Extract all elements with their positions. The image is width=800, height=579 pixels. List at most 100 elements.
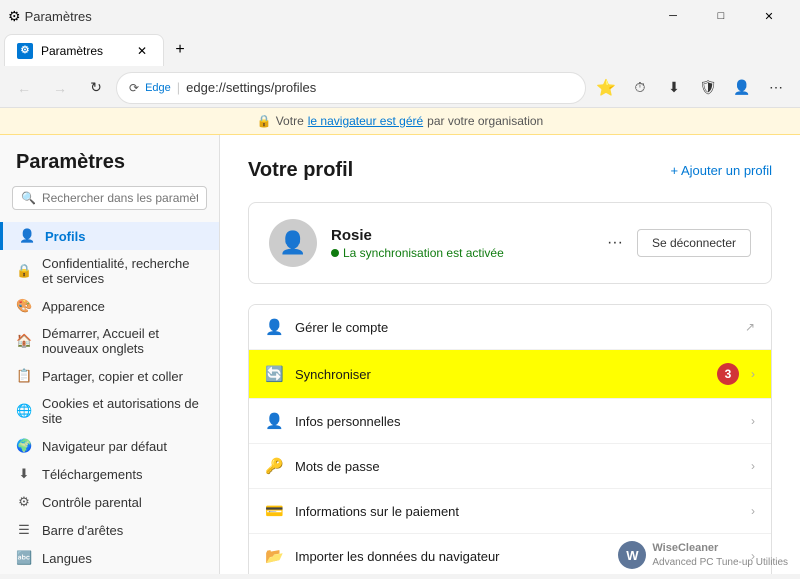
content-title: Votre profil — [248, 159, 353, 182]
tab-favicon: ⚙ — [8, 8, 21, 25]
partager-icon: 📋 — [16, 368, 32, 384]
disconnect-button[interactable]: Se déconnecter — [637, 229, 751, 257]
info-link[interactable]: le navigateur est géré — [308, 114, 423, 128]
profile-info: Rosie La synchronisation est activée — [331, 227, 587, 260]
confidentialite-icon: 🔒 — [16, 263, 32, 279]
menu-item-gerer[interactable]: 👤 Gérer le compte ↗ — [249, 305, 771, 350]
address-separator: | — [177, 80, 180, 95]
sidebar-item-profils[interactable]: 👤 Profils — [0, 222, 219, 250]
search-icon: 🔍 — [21, 191, 36, 205]
wisecleaner-logo: W — [618, 541, 646, 569]
sidebar-item-telechargements[interactable]: ⬇ Téléchargements — [0, 460, 219, 488]
menu-label-synchroniser: Synchroniser — [295, 367, 705, 382]
new-tab-button[interactable]: + — [166, 36, 194, 64]
tab-bar: ⚙ Paramètres ✕ + — [0, 32, 800, 68]
sidebar-item-label-barre: Barre d'arêtes — [42, 523, 123, 538]
profile-button[interactable]: 👤 — [726, 72, 758, 104]
main-layout: Paramètres 🔍 👤 Profils 🔒 Confidentialité… — [0, 135, 800, 574]
demarrer-icon: 🏠 — [16, 333, 32, 349]
sidebar-item-navigateur[interactable]: 🌍 Navigateur par défaut — [0, 432, 219, 460]
content-area: Votre profil + Ajouter un profil 👤 Rosie… — [220, 135, 800, 574]
minimize-button[interactable]: ─ — [650, 0, 696, 32]
profile-card: 👤 Rosie La synchronisation est activée ·… — [248, 202, 772, 284]
langues-icon: 🔤 — [16, 550, 32, 566]
apparence-icon: 🎨 — [16, 298, 32, 314]
menu-label-mots-de-passe: Mots de passe — [295, 459, 739, 474]
download-button[interactable]: ⬇ — [658, 72, 690, 104]
menu-item-infos[interactable]: 👤 Infos personnelles › — [249, 399, 771, 444]
nav-actions: ⭐ ⏱ ⬇ 🛡 👤 ⋯ — [590, 72, 792, 104]
synchroniser-icon: 🔄 — [265, 365, 283, 383]
sidebar-item-imprimantes[interactable]: 🖨 Imprimantes — [0, 572, 219, 574]
paiement-icon: 💳 — [265, 502, 283, 520]
navigateur-icon: 🌍 — [16, 438, 32, 454]
telechargements-icon: ⬇ — [16, 466, 32, 482]
menu-item-paiement[interactable]: 💳 Informations sur le paiement › — [249, 489, 771, 534]
info-text-after: par votre organisation — [427, 114, 543, 128]
sidebar-item-label-apparence: Apparence — [42, 299, 105, 314]
avatar: 👤 — [269, 219, 317, 267]
sidebar-item-label-navigateur: Navigateur par défaut — [42, 439, 167, 454]
sidebar-item-langues[interactable]: 🔤 Langues — [0, 544, 219, 572]
sidebar-item-label-telechargements: Téléchargements — [42, 467, 142, 482]
title-bar: ⚙ Paramètres ─ □ ✕ — [0, 0, 800, 32]
sidebar-search-box[interactable]: 🔍 — [12, 186, 207, 210]
maximize-button[interactable]: □ — [698, 0, 744, 32]
more-button[interactable]: ⋯ — [760, 72, 792, 104]
sidebar-item-cookies[interactable]: 🌐 Cookies et autorisations de site — [0, 390, 219, 432]
profils-icon: 👤 — [19, 228, 35, 244]
tab-close-button[interactable]: ✕ — [133, 42, 151, 60]
sidebar-item-label-partager: Partager, copier et coller — [42, 369, 183, 384]
collections-button[interactable]: ⭐ — [590, 72, 622, 104]
profile-more-button[interactable]: ··· — [601, 229, 629, 257]
title-bar-text: Paramètres — [25, 9, 92, 24]
add-profile-button[interactable]: + Ajouter un profil — [670, 163, 772, 178]
menu-label-paiement: Informations sur le paiement — [295, 504, 739, 519]
importer-icon: 📂 — [265, 547, 283, 565]
sidebar-item-confidentialite[interactable]: 🔒 Confidentialité, recherche et services — [0, 250, 219, 292]
sidebar-search-input[interactable] — [42, 191, 198, 205]
refresh-button[interactable]: ↻ — [80, 72, 112, 104]
history-button[interactable]: ⏱ — [624, 72, 656, 104]
sync-dot-icon — [331, 249, 339, 257]
window-controls: ─ □ ✕ — [650, 0, 792, 32]
chevron-icon-paiement: › — [751, 504, 755, 518]
address-bar[interactable]: ⟳ Edge | edge://settings/profiles — [116, 72, 586, 104]
profile-name: Rosie — [331, 227, 587, 244]
sidebar-item-label-confidentialite: Confidentialité, recherche et services — [42, 256, 203, 286]
content-header: Votre profil + Ajouter un profil — [248, 159, 772, 182]
sync-status: La synchronisation est activée — [331, 246, 587, 260]
sidebar-item-label-demarrer: Démarrer, Accueil et nouveaux onglets — [42, 326, 203, 356]
menu-item-synchroniser[interactable]: 🔄 Synchroniser 3 › — [249, 350, 771, 399]
navigation-bar: ← → ↻ ⟳ Edge | edge://settings/profiles … — [0, 68, 800, 108]
sync-status-label: La synchronisation est activée — [343, 246, 504, 260]
back-button[interactable]: ← — [8, 72, 40, 104]
menu-list: 👤 Gérer le compte ↗ 🔄 Synchroniser 3 › 👤… — [248, 304, 772, 574]
profile-actions: ··· Se déconnecter — [601, 229, 751, 257]
sidebar-item-label-profils: Profils — [45, 229, 85, 244]
security-button[interactable]: 🛡 — [692, 72, 724, 104]
sidebar-item-partager[interactable]: 📋 Partager, copier et coller — [0, 362, 219, 390]
forward-button[interactable]: → — [44, 72, 76, 104]
active-tab[interactable]: ⚙ Paramètres ✕ — [4, 34, 164, 66]
chevron-icon-mots-de-passe: › — [751, 459, 755, 473]
sidebar-item-demarrer[interactable]: 🏠 Démarrer, Accueil et nouveaux onglets — [0, 320, 219, 362]
sidebar-item-label-langues: Langues — [42, 551, 92, 566]
sidebar-item-label-parental: Contrôle parental — [42, 495, 142, 510]
sync-badge: 3 — [717, 363, 739, 385]
sidebar-item-parental[interactable]: ⚙ Contrôle parental — [0, 488, 219, 516]
chevron-icon-infos: › — [751, 414, 755, 428]
sidebar-item-barre[interactable]: ☰ Barre d'arêtes — [0, 516, 219, 544]
tab-favicon-icon: ⚙ — [17, 43, 33, 59]
sidebar-item-apparence[interactable]: 🎨 Apparence — [0, 292, 219, 320]
menu-item-mots-de-passe[interactable]: 🔑 Mots de passe › — [249, 444, 771, 489]
menu-label-gerer: Gérer le compte — [295, 320, 733, 335]
mots-de-passe-icon: 🔑 — [265, 457, 283, 475]
sidebar: Paramètres 🔍 👤 Profils 🔒 Confidentialité… — [0, 135, 220, 574]
address-url: edge://settings/profiles — [186, 80, 573, 95]
tab-title: Paramètres — [41, 44, 125, 58]
close-button[interactable]: ✕ — [746, 0, 792, 32]
address-lock-icon: ⟳ — [129, 81, 139, 95]
menu-label-infos: Infos personnelles — [295, 414, 739, 429]
wisecleaner-text: WiseCleaner Advanced PC Tune-up Utilitie… — [652, 541, 788, 568]
